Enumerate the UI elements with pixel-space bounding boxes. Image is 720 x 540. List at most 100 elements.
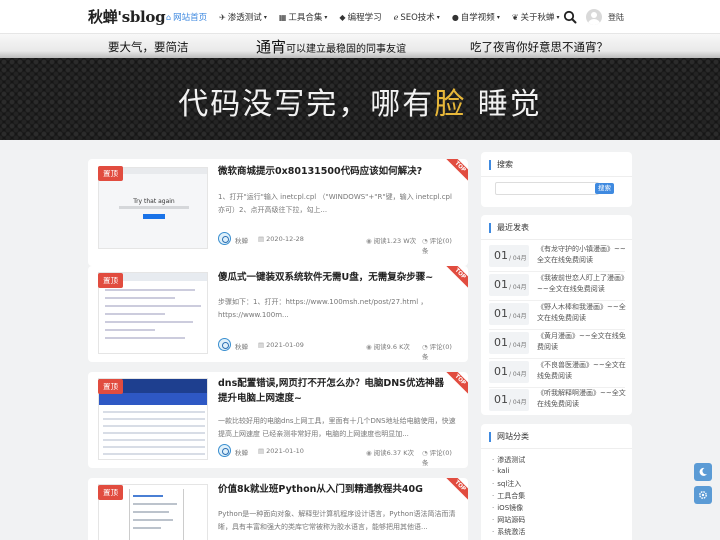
sticky-badge: 置顶 (98, 273, 123, 288)
widget-divider (481, 176, 632, 177)
post-card[interactable]: 置顶 TOP 价值8k就业班Python从入门到精通教程共40G Python是… (88, 478, 468, 540)
categories-widget: 网站分类 渗透测试 kali sql注入 工具合集 iOS镜像 网站源码 系统激… (481, 424, 632, 540)
recent-post-item[interactable]: 01 / 04月 《有龙守护的小镇漫画》~~全文在线免费阅读 (489, 242, 626, 272)
thumb-line (133, 527, 161, 529)
banner-headline-a: 代码没写完，哪有 (178, 87, 435, 122)
recent-post-title[interactable]: 《听我解释啊漫画》~~全文在线免费阅读 (537, 388, 629, 410)
user-avatar[interactable] (586, 9, 602, 25)
thumb-line (133, 495, 163, 497)
post-date-text: 2020-12-28 (266, 235, 304, 243)
post-comments[interactable]: ◔ 评论(0)条 (422, 235, 458, 255)
date-day: 01 (494, 365, 508, 378)
thumb-row (103, 446, 205, 448)
recent-post-item[interactable]: 01 / 04月 《黄月漫画》~~全文在线免费阅读 (489, 329, 626, 359)
post-title[interactable]: dns配置错误,网页打不开怎么办？电脑DNS优选神器提升电脑上网速度~ (218, 376, 448, 406)
thumb-row (105, 297, 175, 299)
recent-post-item[interactable]: 01 / 04月 《野人木棒和我漫画》~~全文在线免费阅读 (489, 300, 626, 330)
nav-label: 工具合集 (288, 13, 323, 23)
diamond-icon: ◆ (339, 12, 346, 22)
post-author[interactable]: 秋蝉 (235, 235, 248, 245)
recent-post-title[interactable]: 《我被前世恋人盯上了漫画》~~全文在线免费阅读 (537, 273, 629, 295)
recent-post-title[interactable]: 《不良兽医漫画》~~全文在线免费阅读 (537, 360, 629, 382)
nav-item-programming[interactable]: ◆ 编程学习 (333, 0, 387, 34)
recent-post-item[interactable]: 01 / 04月 《我被前世恋人盯上了漫画》~~全文在线免费阅读 (489, 271, 628, 301)
post-comments[interactable]: ◔ 评论(0)条 (422, 447, 458, 467)
github-icon: ● (451, 12, 459, 22)
thumb-row (103, 439, 205, 441)
author-avatar[interactable] (218, 232, 231, 245)
home-icon: ⌂ (166, 12, 172, 22)
search-icon[interactable] (563, 10, 577, 24)
eye-icon: ◉ (366, 237, 372, 245)
banner-caption-1: 要大气，要简洁 (108, 40, 189, 54)
category-item[interactable]: 网站源码 (492, 515, 525, 525)
post-comments[interactable]: ◔ 评论(0)条 (422, 341, 458, 361)
widget-divider (481, 239, 632, 240)
site-header: 秋蝉'sblog ⌂ 网站首页 ✈ 渗透测试 ▾ ▦ 工具合集 ▾ ◆ 编程学习… (0, 0, 720, 34)
nav-label: 关于秋蝉 (520, 13, 555, 23)
comment-icon: ◔ (422, 237, 428, 245)
nav-label: 渗透测试 (227, 13, 262, 23)
thumb-row (105, 337, 185, 339)
thumb-row (103, 425, 205, 427)
nav-item-videos[interactable]: ● 自学视频 ▾ (446, 0, 506, 34)
thumb-row (105, 289, 195, 291)
post-meta: 秋蝉 ▤ 2021-01-10 ◉ 阅读6.37 K次 ◔ 评论(0)条 (218, 444, 458, 467)
recent-post-title[interactable]: 《有龙守护的小镇漫画》~~全文在线免费阅读 (537, 244, 629, 266)
post-author[interactable]: 秋蝉 (235, 447, 248, 457)
author-avatar[interactable] (218, 444, 231, 457)
date-month: / 04月 (509, 313, 527, 320)
post-card[interactable]: 置顶 TOP dns配置错误,网页打不开怎么办？电脑DNS优选神器提升电脑上网速… (88, 372, 468, 468)
site-logo[interactable]: 秋蝉'sblog (88, 6, 166, 27)
category-item[interactable]: kali (492, 467, 509, 475)
post-date: ▤ 2020-12-28 (258, 235, 304, 243)
thumb-row (103, 432, 205, 434)
date-day: 01 (494, 249, 508, 262)
thumb-divider (183, 489, 184, 540)
recent-post-title[interactable]: 《野人木棒和我漫画》~~全文在线免费阅读 (537, 302, 629, 324)
post-title[interactable]: 傻瓜式一键装双系统软件无需U盘，无需复杂步骤~ (218, 270, 448, 285)
dark-mode-toggle[interactable] (694, 463, 712, 481)
post-card[interactable]: 置顶 TOP Try that again 微软商城提示0x80131500代码… (88, 159, 468, 266)
search-input[interactable] (495, 182, 599, 195)
date-day: 01 (494, 393, 508, 406)
caret-down-icon: ▾ (436, 13, 440, 21)
widget-divider (481, 448, 632, 449)
settings-button[interactable] (694, 486, 712, 504)
post-title[interactable]: 微软商城提示0x80131500代码应该如何解决? (218, 164, 448, 179)
post-title[interactable]: 价值8k就业班Python从入门到精通教程共40G (218, 482, 448, 497)
banner-caption-4: 吃了夜宵你好意思不通宵？ (470, 40, 608, 54)
post-date-text: 2021-01-09 (266, 341, 304, 349)
hero-banner[interactable]: 要大气，要简洁 通宵 可以建立最稳固的同事友谊 吃了夜宵你好意思不通宵？ 代码没… (0, 34, 720, 140)
category-item[interactable]: iOS镜像 (492, 503, 523, 513)
recent-post-item[interactable]: 01 / 04月 《不良兽医漫画》~~全文在线免费阅读 (489, 358, 626, 388)
nav-item-pentest[interactable]: ✈ 渗透测试 ▾ (213, 0, 273, 34)
nav-item-home[interactable]: ⌂ 网站首页 (160, 0, 213, 34)
date-day: 01 (494, 278, 508, 291)
category-item[interactable]: 渗透测试 (492, 455, 525, 465)
post-excerpt: 一款比较好用的电脑dns上网工具，里面有十几个DNS地址给电脑使用，快速提高上网… (218, 417, 456, 438)
recent-post-title[interactable]: 《黄月漫画》~~全文在线免费阅读 (537, 331, 629, 353)
recent-post-item[interactable]: 01 / 04月 《听我解释啊漫画》~~全文在线免费阅读 (489, 386, 626, 414)
sticky-badge: 置顶 (98, 485, 123, 500)
post-author[interactable]: 秋蝉 (235, 341, 248, 351)
nav-item-tools[interactable]: ▦ 工具合集 ▾ (273, 0, 334, 34)
banner-headline-c: 睡觉 (466, 87, 542, 122)
post-card[interactable]: 置顶 TOP 傻瓜式一键装双系统软件无需U盘，无需复杂步骤~ 步骤如下：1、打开… (88, 266, 468, 362)
post-views: ◉ 阅读1.23 W次 (366, 235, 416, 245)
search-widget: 搜索 搜索 (481, 152, 632, 207)
category-item[interactable]: sql注入 (492, 479, 521, 489)
post-views: ◉ 阅读6.37 K次 (366, 447, 414, 457)
leaf-icon: ❦ (511, 12, 519, 22)
author-avatar[interactable] (218, 338, 231, 351)
login-link[interactable]: 登陆 (608, 12, 624, 23)
date-box: 01 / 04月 (489, 245, 529, 267)
banner-top-strip: 要大气，要简洁 通宵 可以建立最稳固的同事友谊 吃了夜宵你好意思不通宵？ (0, 34, 720, 58)
search-button[interactable]: 搜索 (595, 183, 614, 194)
category-item[interactable]: 系统激活 (492, 527, 525, 537)
category-item[interactable]: 工具合集 (492, 491, 525, 501)
nav-item-seo[interactable]: ℯ SEO技术 ▾ (388, 0, 446, 34)
nav-label: SEO技术 (400, 13, 435, 23)
nav-item-about[interactable]: ❦ 关于秋蝉 ▾ (506, 0, 566, 34)
caret-down-icon: ▾ (556, 13, 560, 21)
